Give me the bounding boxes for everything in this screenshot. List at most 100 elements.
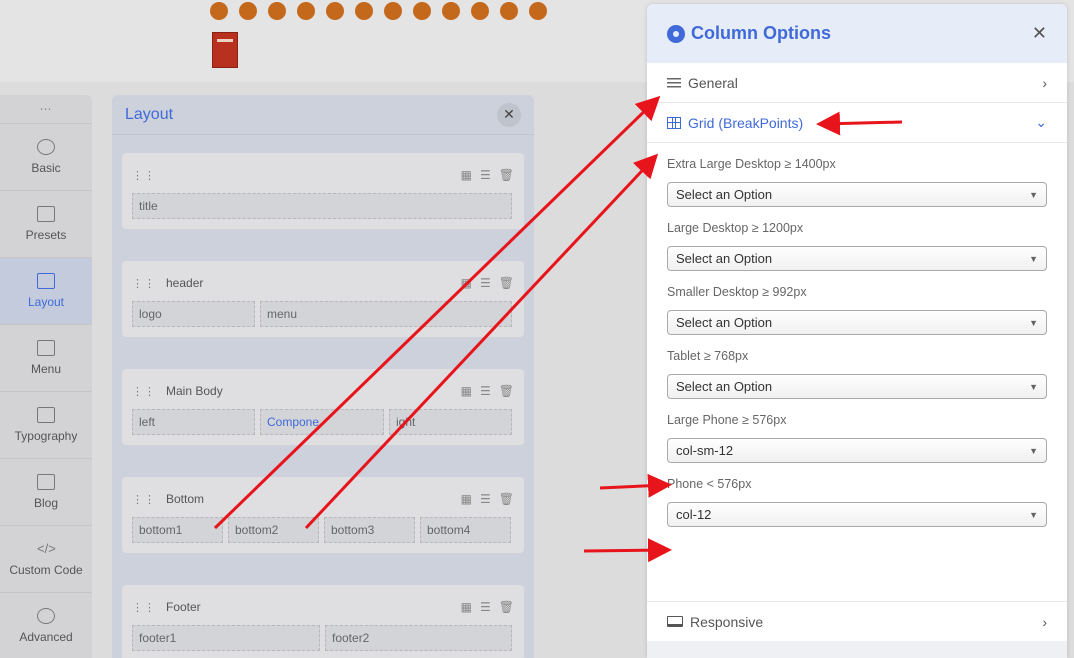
- layout-row[interactable]: ⋮⋮ Main Body ▦ ☰ 🗑 left Compone ight: [122, 369, 524, 445]
- column-options-header: Column Options ✕: [647, 4, 1067, 63]
- settings-icon[interactable]: ☰: [480, 384, 491, 398]
- row-name: header: [166, 276, 204, 290]
- dropdown-caret-icon: ▼: [1029, 445, 1038, 456]
- accordion-responsive[interactable]: Responsive ›: [647, 601, 1067, 641]
- sidebar-item-basic[interactable]: Basic: [0, 123, 92, 190]
- drag-handle-icon[interactable]: ⋯: [0, 95, 92, 123]
- sliders-icon: [667, 76, 681, 89]
- skype-icon[interactable]: [442, 2, 460, 20]
- breakpoint-field-md: Tablet ≥ 768px Select an Option ▼: [667, 349, 1047, 399]
- columns-icon[interactable]: ▦: [461, 276, 472, 290]
- dropdown-caret-icon: ▼: [1029, 509, 1038, 520]
- settings-icon[interactable]: ☰: [480, 168, 491, 182]
- layout-column[interactable]: bottom4: [420, 517, 511, 543]
- drag-handle-icon[interactable]: ⋮⋮: [132, 601, 156, 614]
- pinterest-icon[interactable]: [268, 2, 286, 20]
- layout-column[interactable]: logo: [132, 301, 255, 327]
- vk-icon[interactable]: [529, 2, 547, 20]
- drag-handle-icon[interactable]: ⋮⋮: [132, 277, 156, 290]
- select-value: Select an Option: [676, 251, 773, 266]
- settings-icon[interactable]: ☰: [480, 492, 491, 506]
- columns-icon[interactable]: ▦: [461, 492, 472, 506]
- layout-column[interactable]: left: [132, 409, 255, 435]
- layout-column[interactable]: title: [132, 193, 512, 219]
- layout-column[interactable]: Compone: [260, 409, 384, 435]
- sidebar-item-menu[interactable]: Menu: [0, 324, 92, 391]
- accordion-label: Responsive: [690, 613, 764, 630]
- flickr-icon[interactable]: [500, 2, 518, 20]
- sidebar-item-custom-code[interactable]: </> Custom Code: [0, 525, 92, 592]
- breakpoint-select[interactable]: Select an Option ▼: [667, 182, 1047, 207]
- layout-row[interactable]: ⋮⋮ header ▦ ☰ 🗑 logo menu: [122, 261, 524, 337]
- settings-icon[interactable]: ☰: [480, 600, 491, 614]
- trash-icon[interactable]: 🗑: [499, 492, 514, 506]
- breakpoint-field-xl: Large Desktop ≥ 1200px Select an Option ▼: [667, 221, 1047, 271]
- sidebar-item-blog[interactable]: Blog: [0, 458, 92, 525]
- sidebar-item-label: Presets: [25, 228, 67, 242]
- layout-row[interactable]: ⋮⋮ Bottom ▦ ☰ 🗑 bottom1 bottom2 bottom3 bot…: [122, 477, 524, 553]
- sidebar-item-label: Menu: [30, 362, 62, 376]
- breakpoint-field-lg: Smaller Desktop ≥ 992px Select an Option…: [667, 285, 1047, 335]
- layout-row[interactable]: ⋮⋮ ▦ ☰ 🗑 title: [122, 153, 524, 229]
- linkedin-icon[interactable]: [326, 2, 344, 20]
- trash-icon[interactable]: 🗑: [499, 276, 514, 290]
- instagram-icon[interactable]: [384, 2, 402, 20]
- breakpoint-select[interactable]: col-12 ▼: [667, 502, 1047, 527]
- trash-icon[interactable]: 🗑: [499, 600, 514, 614]
- layout-column[interactable]: menu: [260, 301, 512, 327]
- gear-icon: [37, 139, 55, 155]
- chevron-right-icon: ›: [1042, 74, 1047, 91]
- dribbble-icon[interactable]: [355, 2, 373, 20]
- layout-column[interactable]: footer2: [325, 625, 512, 651]
- panel-footer: [647, 641, 1067, 658]
- sidebar-item-label: Layout: [27, 295, 65, 309]
- typography-icon: [37, 407, 55, 423]
- sidebar-item-typography[interactable]: Typography: [0, 391, 92, 458]
- dropdown-caret-icon: ▼: [1029, 253, 1038, 264]
- whatsapp-icon[interactable]: [471, 2, 489, 20]
- layout-column[interactable]: bottom2: [228, 517, 319, 543]
- x-icon[interactable]: [239, 2, 257, 20]
- social-icons: [210, 2, 547, 20]
- columns-icon[interactable]: ▦: [461, 384, 472, 398]
- layout-column[interactable]: footer1: [132, 625, 320, 651]
- code-icon: </>: [37, 541, 56, 556]
- dropdown-caret-icon: ▼: [1029, 317, 1038, 328]
- breakpoint-select[interactable]: Select an Option ▼: [667, 310, 1047, 335]
- drag-handle-icon[interactable]: ⋮⋮: [132, 385, 156, 398]
- breakpoint-select[interactable]: Select an Option ▼: [667, 374, 1047, 399]
- select-value: Select an Option: [676, 379, 773, 394]
- select-value: Select an Option: [676, 187, 773, 202]
- behance-icon[interactable]: [413, 2, 431, 20]
- breakpoint-field-xs: Phone < 576px col-12 ▼: [667, 477, 1047, 527]
- facebook-icon[interactable]: [210, 2, 228, 20]
- accordion-grid-breakpoints[interactable]: Grid (BreakPoints) ⌄: [647, 103, 1067, 143]
- breakpoint-select[interactable]: col-sm-12 ▼: [667, 438, 1047, 463]
- close-icon[interactable]: ✕: [1032, 23, 1047, 44]
- layout-row[interactable]: ⋮⋮ Footer ▦ ☰ 🗑 footer1 footer2: [122, 585, 524, 658]
- sidebar-item-advanced[interactable]: Advanced: [0, 592, 92, 658]
- book-thumbnail: [212, 32, 238, 68]
- drag-handle-icon[interactable]: ⋮⋮: [132, 493, 156, 506]
- layout-column[interactable]: ight: [389, 409, 512, 435]
- select-value: col-12: [676, 507, 712, 522]
- columns-icon[interactable]: ▦: [461, 600, 472, 614]
- breakpoint-select[interactable]: Select an Option ▼: [667, 246, 1047, 271]
- youtube-icon[interactable]: [297, 2, 315, 20]
- columns-icon[interactable]: ▦: [461, 168, 472, 182]
- dropdown-caret-icon: ▼: [1029, 381, 1038, 392]
- row-name: Bottom: [166, 492, 205, 506]
- close-icon[interactable]: ✕: [497, 102, 521, 127]
- drag-handle-icon[interactable]: ⋮⋮: [132, 169, 156, 182]
- sidebar-item-layout[interactable]: Layout: [0, 257, 92, 324]
- layout-column[interactable]: bottom1: [132, 517, 223, 543]
- row-name: Footer: [166, 600, 201, 614]
- accordion-general[interactable]: General ›: [647, 63, 1067, 103]
- layout-column[interactable]: bottom3: [324, 517, 415, 543]
- panel-title: Column Options: [691, 23, 831, 43]
- trash-icon[interactable]: 🗑: [499, 168, 514, 182]
- column-options-panel: Column Options ✕ General › Grid (BreakPo…: [647, 4, 1067, 658]
- sidebar-item-presets[interactable]: Presets: [0, 190, 92, 257]
- trash-icon[interactable]: 🗑: [499, 384, 514, 398]
- settings-icon[interactable]: ☰: [480, 276, 491, 290]
